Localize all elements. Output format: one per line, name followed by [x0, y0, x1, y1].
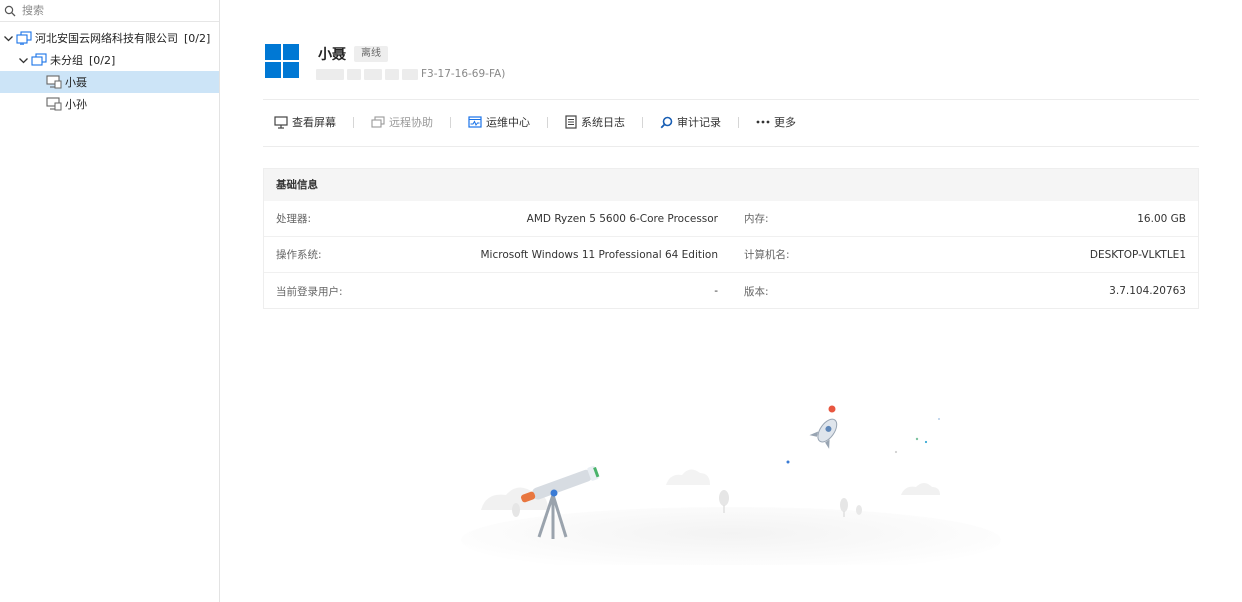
chevron-down-icon[interactable]	[3, 33, 14, 44]
toolbar-separator	[642, 116, 643, 128]
device-name: 小聂	[318, 47, 346, 63]
processor-value: AMD Ryzen 5 5600 6-Core Processor	[526, 212, 718, 225]
tree-item-count: [0/2]	[184, 31, 211, 45]
sidebar: 河北安国云网络科技有限公司 [0/2] 未分组 [0/2] 小聂 小孙	[0, 0, 220, 602]
remote-assist-button[interactable]: 远程协助	[371, 114, 433, 130]
redacted-block	[347, 68, 361, 80]
search-input[interactable]	[22, 4, 219, 17]
redacted-block	[364, 68, 382, 80]
tree-item-label: 小聂	[65, 76, 87, 89]
status-badge: 离线	[354, 46, 388, 62]
os-label: 操作系统:	[276, 249, 322, 261]
toolbar-separator	[547, 116, 548, 128]
system-log-button[interactable]: 系统日志	[565, 114, 625, 130]
basic-info-panel: 基础信息 处理器: AMD Ryzen 5 5600 6-Core Proces…	[263, 168, 1199, 309]
current-user-label: 当前登录用户:	[276, 285, 343, 298]
ops-center-label: 运维中心	[486, 116, 530, 129]
view-screen-button[interactable]: 查看屏幕	[274, 114, 336, 130]
tree-item-label: 河北安国云网络科技有限公司	[35, 32, 178, 45]
more-dots-icon	[756, 120, 770, 124]
mac-address-suffix: F3-17-16-69-FA)	[421, 68, 506, 80]
memory-label: 内存:	[744, 213, 769, 225]
info-row: 处理器: AMD Ryzen 5 5600 6-Core Processor 内…	[264, 201, 1198, 237]
action-toolbar: 查看屏幕 远程协助 运维中心 系统日志 审计记录 更多	[274, 112, 796, 132]
telescope-empty-illustration	[461, 405, 1001, 565]
current-user-value: -	[714, 285, 718, 297]
os-value: Microsoft Windows 11 Professional 64 Edi…	[480, 248, 719, 261]
divider	[263, 146, 1199, 147]
remote-assist-label: 远程协助	[389, 116, 433, 129]
group-icon	[31, 53, 47, 66]
remote-desktop-icon	[371, 115, 385, 128]
ops-monitor-icon	[468, 115, 482, 128]
mac-address: F3-17-16-69-FA)	[316, 67, 505, 81]
main-content: 小聂 离线 F3-17-16-69-FA) 查看屏幕 远程协助 运维中心 系统日…	[221, 0, 1242, 602]
info-row: 操作系统: Microsoft Windows 11 Professional …	[264, 237, 1198, 273]
chevron-down-icon[interactable]	[18, 55, 29, 66]
tree-item-device-xiaosun[interactable]: 小孙	[0, 93, 219, 115]
version-label: 版本:	[744, 285, 769, 298]
computer-name-value: DESKTOP-VLKTLE1	[1089, 248, 1186, 261]
redacted-block	[316, 68, 344, 80]
view-screen-label: 查看屏幕	[292, 116, 336, 129]
computer-offline-icon	[46, 97, 62, 111]
info-row: 当前登录用户: - 版本: 3.7.104.20763	[264, 273, 1198, 309]
audit-log-button[interactable]: 审计记录	[660, 114, 721, 130]
divider	[263, 99, 1199, 100]
toolbar-separator	[450, 116, 451, 128]
tree-item-label: 小孙	[65, 98, 87, 111]
tree-item-ungrouped[interactable]: 未分组 [0/2]	[0, 49, 219, 71]
search-icon	[4, 5, 16, 16]
computer-name-label: 计算机名:	[744, 249, 790, 261]
basic-info-title: 基础信息	[264, 169, 1198, 201]
more-label: 更多	[774, 116, 796, 129]
memory-value: 16.00 GB	[1137, 212, 1186, 225]
magnifier-icon	[660, 116, 673, 128]
monitor-icon	[274, 115, 288, 129]
tree-item-device-xiaonie[interactable]: 小聂	[0, 71, 219, 93]
system-log-label: 系统日志	[581, 116, 625, 129]
tree-item-company[interactable]: 河北安国云网络科技有限公司 [0/2]	[0, 27, 219, 49]
tree-item-count: [0/2]	[89, 53, 116, 67]
network-group-icon	[16, 31, 32, 45]
document-list-icon	[565, 115, 577, 129]
windows-logo-icon	[265, 44, 299, 78]
toolbar-separator	[738, 116, 739, 128]
version-value: 3.7.104.20763	[1109, 285, 1186, 297]
audit-log-label: 审计记录	[677, 116, 721, 129]
toolbar-separator	[353, 116, 354, 128]
more-button[interactable]: 更多	[756, 114, 796, 130]
redacted-block	[385, 68, 399, 80]
search-bar	[0, 0, 219, 22]
processor-label: 处理器:	[276, 213, 312, 225]
ops-center-button[interactable]: 运维中心	[468, 114, 530, 130]
tree-item-label: 未分组	[50, 54, 83, 67]
redacted-block	[402, 68, 418, 80]
computer-offline-icon	[46, 75, 62, 89]
